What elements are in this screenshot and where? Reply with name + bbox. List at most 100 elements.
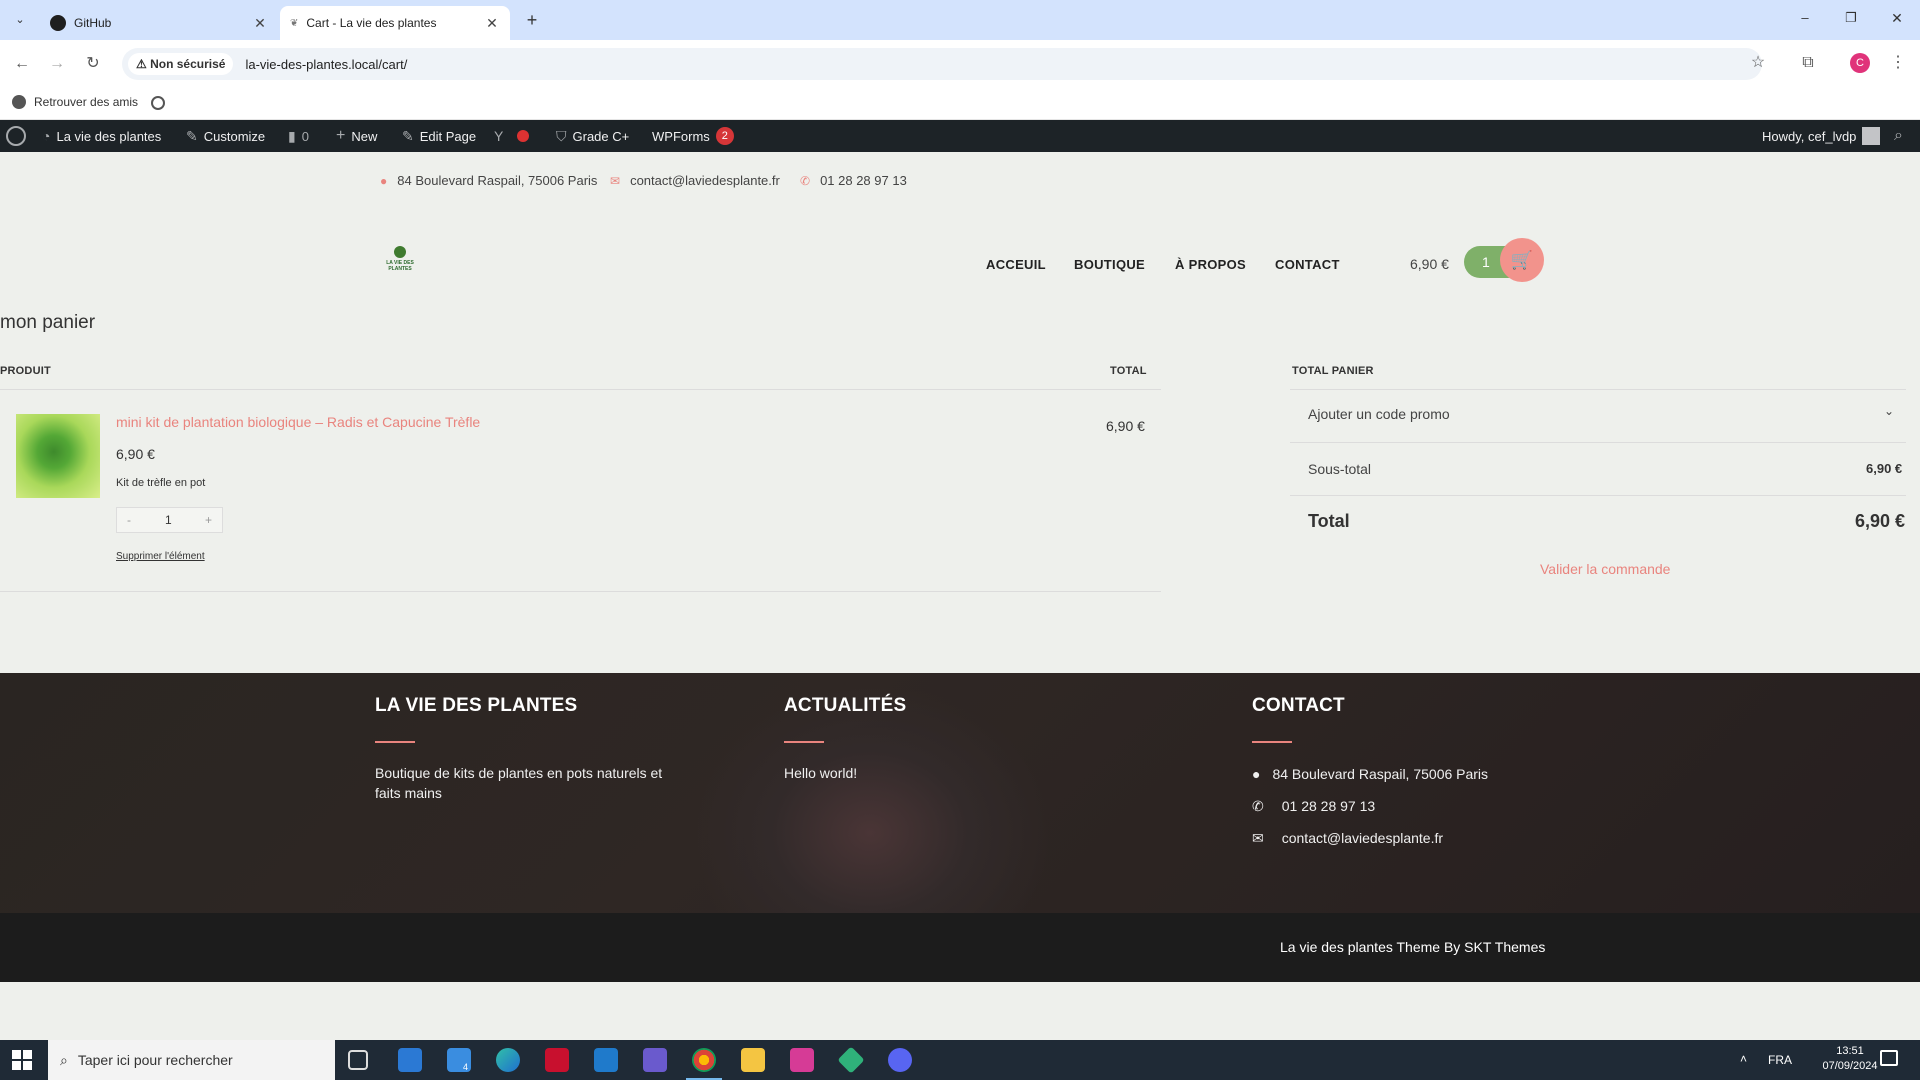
security-grade-link[interactable]: ⛉ Grade C+ [556, 120, 629, 152]
header-address: ● 84 Boulevard Raspail, 75006 Paris [380, 173, 597, 188]
tab-cart[interactable]: ❦ Cart - La vie des plantes ✕ [280, 6, 510, 40]
site-logo[interactable]: LA VIE DES PLANTES [384, 246, 416, 282]
address-text: 84 Boulevard Raspail, 75006 Paris [397, 173, 598, 188]
tab-github[interactable]: GitHub ✕ [40, 6, 278, 40]
customize-link[interactable]: ✎ Customize [186, 120, 265, 152]
footer-email[interactable]: ✉ contact@laviedesplante.fr [1252, 828, 1443, 848]
clock-date: 07/09/2024 [1822, 1060, 1878, 1072]
dashboard-icon: ◔ [42, 128, 51, 144]
seo-status-dot-icon [517, 130, 530, 142]
menu-kebab-icon[interactable]: ⋮ [1886, 51, 1910, 75]
subtotal-label: Sous-total [1308, 461, 1372, 477]
new-content-link[interactable]: + New [336, 120, 377, 152]
forward-icon[interactable]: → [45, 52, 69, 76]
promo-code-toggle[interactable]: Ajouter un code promo ⌄ [1290, 388, 1906, 442]
new-tab-button[interactable]: + [520, 8, 544, 32]
site-name-link[interactable]: ◔ La vie des plantes [42, 120, 161, 152]
chevron-down-icon: ⌄ [1884, 404, 1895, 418]
clock[interactable]: 13:51 07/09/2024 [1815, 1045, 1885, 1072]
site-header: LA VIE DES PLANTES ACCEUIL BOUTIQUE À PR… [0, 210, 1920, 310]
phpstorm-icon[interactable] [790, 1048, 814, 1072]
header-phone[interactable]: ✆ 01 28 28 97 13 [800, 173, 907, 188]
edit-page-link[interactable]: ✎ Edit Page [402, 120, 476, 152]
chevron-up-icon[interactable]: ˄ [1740, 1052, 1747, 1066]
file-explorer-icon[interactable] [741, 1048, 765, 1072]
search-icon[interactable]: ⌕ [1894, 120, 1903, 152]
yoast-seo-link[interactable]: Y [494, 120, 530, 152]
bookmark-item[interactable]: Retrouver des amis [12, 95, 138, 109]
tab-title: GitHub [74, 16, 112, 30]
globe-icon [12, 95, 26, 109]
header-email[interactable]: ✉ contact@laviedesplante.fr [610, 173, 780, 188]
vscode-icon[interactable] [594, 1048, 618, 1072]
product-name-link[interactable]: mini kit de plantation biologique – Radi… [116, 414, 480, 430]
discord-icon[interactable] [888, 1048, 912, 1072]
wordpress-logo-icon[interactable] [6, 120, 26, 152]
envelope-icon: ✉ [1252, 830, 1264, 846]
divider [0, 591, 1161, 592]
windows-start-icon[interactable] [12, 1050, 32, 1070]
edge-icon[interactable] [496, 1048, 520, 1072]
envelope-icon: ✉ [610, 173, 621, 188]
language-indicator[interactable]: FRA [1768, 1053, 1792, 1067]
url-text[interactable]: la-vie-des-plantes.local/cart/ [245, 57, 407, 72]
decrease-quantity-button[interactable]: - [127, 513, 131, 527]
app-icon[interactable] [837, 1046, 865, 1074]
map-pin-icon: ● [1252, 766, 1261, 782]
profile-avatar[interactable]: C [1850, 53, 1870, 73]
store-icon[interactable] [398, 1048, 422, 1072]
total-value: 6,90 € [1855, 511, 1906, 531]
back-icon[interactable]: ← [10, 52, 34, 76]
cart-icon[interactable]: 🛒 [1500, 238, 1544, 282]
increase-quantity-button[interactable]: + [205, 513, 212, 527]
close-icon[interactable]: ✕ [484, 15, 500, 32]
restore-button[interactable]: ❐ [1836, 10, 1866, 26]
notifications-icon[interactable] [1880, 1050, 1898, 1066]
tab-search-button[interactable]: ⌄ [8, 10, 32, 30]
bookmark-star-icon[interactable]: ☆ [1746, 51, 1770, 75]
reload-icon[interactable]: ↻ [81, 52, 105, 76]
footer-heading-contact: CONTACT [1252, 695, 1345, 716]
product-thumbnail[interactable] [16, 414, 100, 498]
remove-item-link[interactable]: Supprimer l'élément [116, 551, 205, 562]
nav-a-propos[interactable]: À PROPOS [1175, 257, 1246, 272]
footer-news-link[interactable]: Hello world! [784, 763, 857, 783]
nav-contact[interactable]: CONTACT [1275, 257, 1340, 272]
close-icon[interactable]: ✕ [252, 15, 268, 32]
chrome-icon[interactable] [686, 1048, 722, 1080]
app-icon[interactable] [545, 1048, 569, 1072]
globe-icon[interactable] [151, 96, 165, 110]
footer-phone-text: 01 28 28 97 13 [1281, 798, 1376, 814]
footer-credit[interactable]: La vie des plantes Theme By SKT Themes [1280, 939, 1545, 955]
footer-email-text: contact@laviedesplante.fr [1281, 830, 1444, 846]
account-menu[interactable]: Howdy, cef_lvdp [1762, 120, 1881, 152]
comments-link[interactable]: ▮ 0 [288, 120, 309, 152]
browser-toolbar: ← → ↻ ⚠ Non sécurisé la-vie-des-plantes.… [0, 40, 1920, 87]
quantity-input[interactable]: 1 [165, 513, 172, 527]
line-total: 6,90 € [1106, 418, 1145, 434]
footer-address-text: 84 Boulevard Raspail, 75006 Paris [1272, 766, 1489, 782]
task-view-icon[interactable] [348, 1050, 368, 1070]
footer-heading-news: ACTUALITÉS [784, 695, 907, 716]
wpforms-link[interactable]: WPForms 2 [652, 120, 734, 152]
extensions-icon[interactable]: ⧉ [1796, 51, 1820, 75]
close-window-button[interactable]: ✕ [1882, 10, 1912, 27]
email-text: contact@laviedesplante.fr [630, 173, 780, 188]
minimize-button[interactable]: – [1790, 10, 1820, 25]
header-cart-total[interactable]: 6,90 € [1410, 256, 1449, 272]
shield-icon: ⛉ [556, 127, 567, 144]
video-app-icon[interactable] [643, 1048, 667, 1072]
logo-text: LA VIE DES PLANTES [386, 260, 414, 272]
security-chip[interactable]: ⚠ Non sécurisé [128, 53, 234, 75]
taskbar-search-input[interactable]: ⌕ Taper ici pour rechercher [48, 1040, 335, 1080]
edit-page-label: Edit Page [419, 128, 477, 144]
mail-icon[interactable]: 4 [447, 1048, 471, 1072]
address-bar[interactable]: ⚠ Non sécurisé la-vie-des-plantes.local/… [122, 48, 1762, 80]
new-label: New [351, 128, 378, 144]
nav-accueil[interactable]: ACCEUIL [986, 257, 1046, 272]
footer-address: ● 84 Boulevard Raspail, 75006 Paris [1252, 764, 1488, 784]
nav-boutique[interactable]: BOUTIQUE [1074, 257, 1145, 272]
warning-icon: ⚠ [136, 57, 151, 71]
checkout-button[interactable]: Valider la commande [1540, 561, 1670, 577]
footer-phone[interactable]: ✆ 01 28 28 97 13 [1252, 796, 1375, 816]
